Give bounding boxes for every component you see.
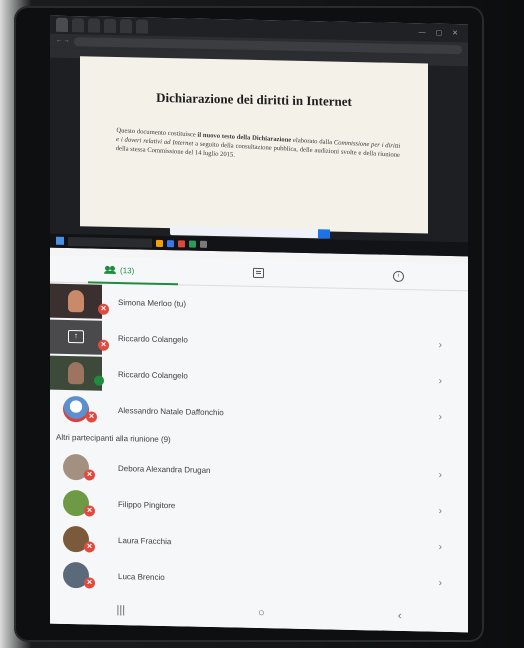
- muted-mic-icon: ✕: [84, 541, 95, 553]
- chevron-right-icon[interactable]: ›: [439, 577, 442, 588]
- shared-screen: — ▢ ✕ ← → Dichiarazione dei diritti in I…: [50, 15, 468, 257]
- present-screen-icon: ↑: [68, 329, 84, 344]
- chat-icon: [253, 267, 265, 279]
- stop-sharing-button[interactable]: [318, 229, 330, 239]
- taskbar-app-icon[interactable]: [156, 239, 163, 247]
- participant-name: Debora Alexandra Drugan: [118, 463, 211, 475]
- chevron-right-icon[interactable]: ›: [439, 505, 442, 516]
- muted-mic-icon: ✕: [84, 505, 95, 517]
- muted-mic-icon: ✕: [98, 303, 109, 315]
- participant-name: Filippo Pingitore: [118, 499, 176, 510]
- browser-tab[interactable]: [120, 19, 132, 34]
- muted-mic-icon: ✕: [86, 411, 97, 423]
- participant-name: Riccardo Colangelo: [118, 333, 188, 345]
- tablet-frame: — ▢ ✕ ← → Dichiarazione dei diritti in I…: [14, 6, 484, 642]
- chevron-right-icon[interactable]: ›: [439, 541, 442, 552]
- taskbar-app-icon[interactable]: [178, 239, 185, 247]
- chevron-right-icon[interactable]: ›: [439, 469, 442, 480]
- browser-tab[interactable]: [104, 18, 116, 34]
- participant-face: [68, 289, 84, 313]
- document-page: Dichiarazione dei diritti in Internet Qu…: [80, 56, 428, 234]
- participant-name: Luca Brencio: [118, 571, 165, 582]
- tab-chat[interactable]: [189, 267, 328, 280]
- window-controls[interactable]: — ▢ ✕: [419, 28, 462, 37]
- participant-face: [68, 361, 84, 385]
- recents-button[interactable]: |||: [117, 604, 126, 616]
- windows-start-icon[interactable]: [56, 236, 64, 245]
- screen-share-thumbnail: ↑: [50, 319, 102, 355]
- browser-tab[interactable]: [72, 18, 84, 33]
- participant-name: Simona Merloo (tu): [118, 297, 187, 308]
- back-button[interactable]: ‹: [398, 610, 402, 622]
- browser-tab[interactable]: [88, 18, 100, 33]
- participant-name: Riccardo Colangelo: [118, 369, 188, 381]
- tab-info[interactable]: i: [329, 269, 468, 283]
- participant-video-thumbnail: [50, 283, 102, 319]
- taskbar-app-icon[interactable]: [200, 240, 207, 248]
- document-paragraph: Questo documento costituisce il nuovo te…: [115, 127, 401, 159]
- chevron-right-icon[interactable]: ›: [439, 375, 442, 386]
- windows-taskbar: [50, 233, 468, 257]
- taskbar-search[interactable]: [68, 236, 152, 248]
- info-icon: i: [392, 270, 404, 282]
- browser-tab[interactable]: [56, 17, 68, 32]
- participant-name: Alessandro Natale Daffonchio: [118, 405, 224, 417]
- tablet-screen: — ▢ ✕ ← → Dichiarazione dei diritti in I…: [50, 15, 468, 633]
- home-button[interactable]: ○: [258, 607, 265, 619]
- muted-mic-icon: ✕: [98, 339, 109, 351]
- chevron-right-icon[interactable]: ›: [439, 411, 442, 422]
- avatar: [63, 395, 89, 423]
- chevron-right-icon[interactable]: ›: [439, 339, 442, 350]
- speaking-indicator-icon: [94, 375, 104, 386]
- taskbar-app-icon[interactable]: [167, 239, 174, 247]
- sharing-notice-text: [170, 231, 318, 234]
- people-icon: [105, 266, 117, 274]
- participants-panel: (13) i ✕ Simona Merloo (tu) ↑ ✕ Riccardo…: [50, 255, 468, 633]
- nav-arrows-icon[interactable]: ← →: [56, 38, 70, 44]
- participant-name: Laura Fracchia: [118, 535, 172, 546]
- tab-people[interactable]: (13): [50, 264, 189, 276]
- document-title: Dichiarazione dei diritti in Internet: [156, 89, 352, 109]
- people-count: (13): [120, 265, 135, 275]
- browser-tab[interactable]: [136, 19, 148, 34]
- taskbar-app-icon[interactable]: [189, 240, 196, 248]
- muted-mic-icon: ✕: [84, 577, 95, 589]
- muted-mic-icon: ✕: [84, 469, 95, 481]
- participant-video-thumbnail: [50, 355, 102, 391]
